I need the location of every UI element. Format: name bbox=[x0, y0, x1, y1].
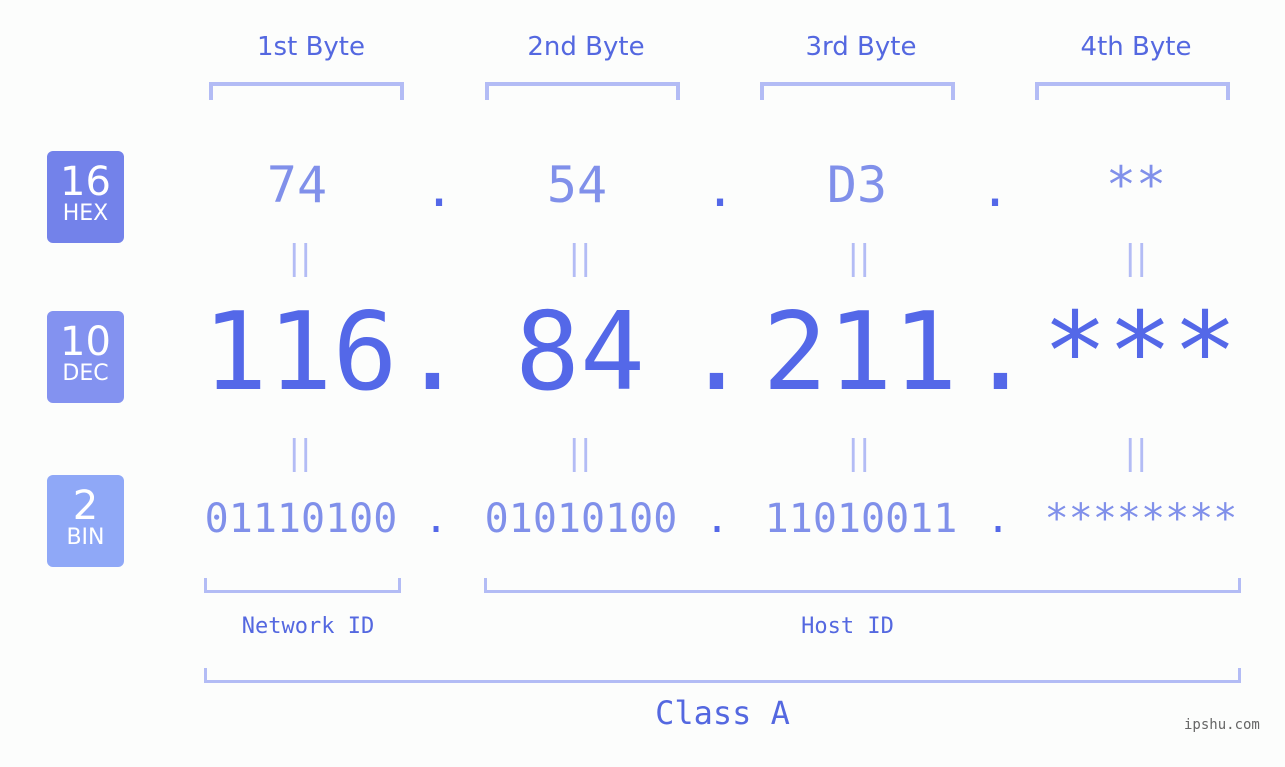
equals-sign: || bbox=[288, 433, 312, 473]
bin-byte-1: 01110100 bbox=[204, 496, 398, 542]
class-label: Class A bbox=[655, 694, 790, 732]
byte-bracket-4 bbox=[1035, 82, 1230, 100]
equals-sign: || bbox=[568, 238, 592, 278]
host-id-label: Host ID bbox=[801, 614, 894, 639]
bin-byte-2: 01010100 bbox=[484, 496, 678, 542]
equals-sign: || bbox=[1124, 238, 1148, 278]
equals-sign: || bbox=[568, 433, 592, 473]
watermark: ipshu.com bbox=[1184, 717, 1260, 733]
byte-bracket-2 bbox=[485, 82, 680, 100]
hex-byte-4: ** bbox=[1105, 156, 1167, 214]
hex-dot-2: . bbox=[705, 160, 736, 218]
bin-base-label: BIN bbox=[66, 525, 105, 550]
network-id-label: Network ID bbox=[241, 614, 375, 639]
dec-byte-2: 84 bbox=[514, 290, 646, 415]
hex-badge: 16 HEX bbox=[47, 151, 124, 243]
hex-dot-3: . bbox=[980, 160, 1011, 218]
hex-dot-1: . bbox=[424, 160, 455, 218]
equals-sign: || bbox=[847, 238, 871, 278]
dec-base-label: DEC bbox=[62, 361, 109, 386]
bin-dot-2: . bbox=[705, 496, 730, 542]
bin-badge: 2 BIN bbox=[47, 475, 124, 567]
hex-byte-3: D3 bbox=[826, 156, 888, 214]
dec-dot-3: . bbox=[968, 290, 1034, 415]
bin-byte-3: 11010011 bbox=[764, 496, 958, 542]
dec-badge: 10 DEC bbox=[47, 311, 124, 403]
bin-base-number: 2 bbox=[72, 483, 99, 529]
network-id-bracket bbox=[204, 578, 401, 593]
host-id-bracket bbox=[484, 578, 1241, 593]
dec-byte-1: 116 bbox=[202, 290, 398, 415]
dec-dot-2: . bbox=[684, 290, 750, 415]
byte-bracket-3 bbox=[760, 82, 955, 100]
equals-sign: || bbox=[847, 433, 871, 473]
hex-byte-1: 74 bbox=[266, 156, 328, 214]
byte-bracket-1 bbox=[209, 82, 404, 100]
byte-header-2: 2nd Byte bbox=[527, 32, 645, 62]
equals-sign: || bbox=[288, 238, 312, 278]
equals-sign: || bbox=[1124, 433, 1148, 473]
bin-byte-4: ******** bbox=[1044, 496, 1238, 542]
class-bracket bbox=[204, 668, 1241, 683]
hex-byte-2: 54 bbox=[546, 156, 608, 214]
dec-base-number: 10 bbox=[60, 319, 111, 365]
byte-header-1: 1st Byte bbox=[257, 32, 365, 62]
dec-byte-4: *** bbox=[1042, 290, 1238, 415]
dec-byte-3: 211 bbox=[762, 290, 958, 415]
bin-dot-1: . bbox=[424, 496, 449, 542]
hex-base-label: HEX bbox=[62, 201, 109, 226]
bin-dot-3: . bbox=[986, 496, 1011, 542]
dec-dot-1: . bbox=[400, 290, 466, 415]
byte-header-3: 3rd Byte bbox=[805, 32, 917, 62]
byte-header-4: 4th Byte bbox=[1080, 32, 1192, 62]
hex-base-number: 16 bbox=[60, 159, 111, 205]
